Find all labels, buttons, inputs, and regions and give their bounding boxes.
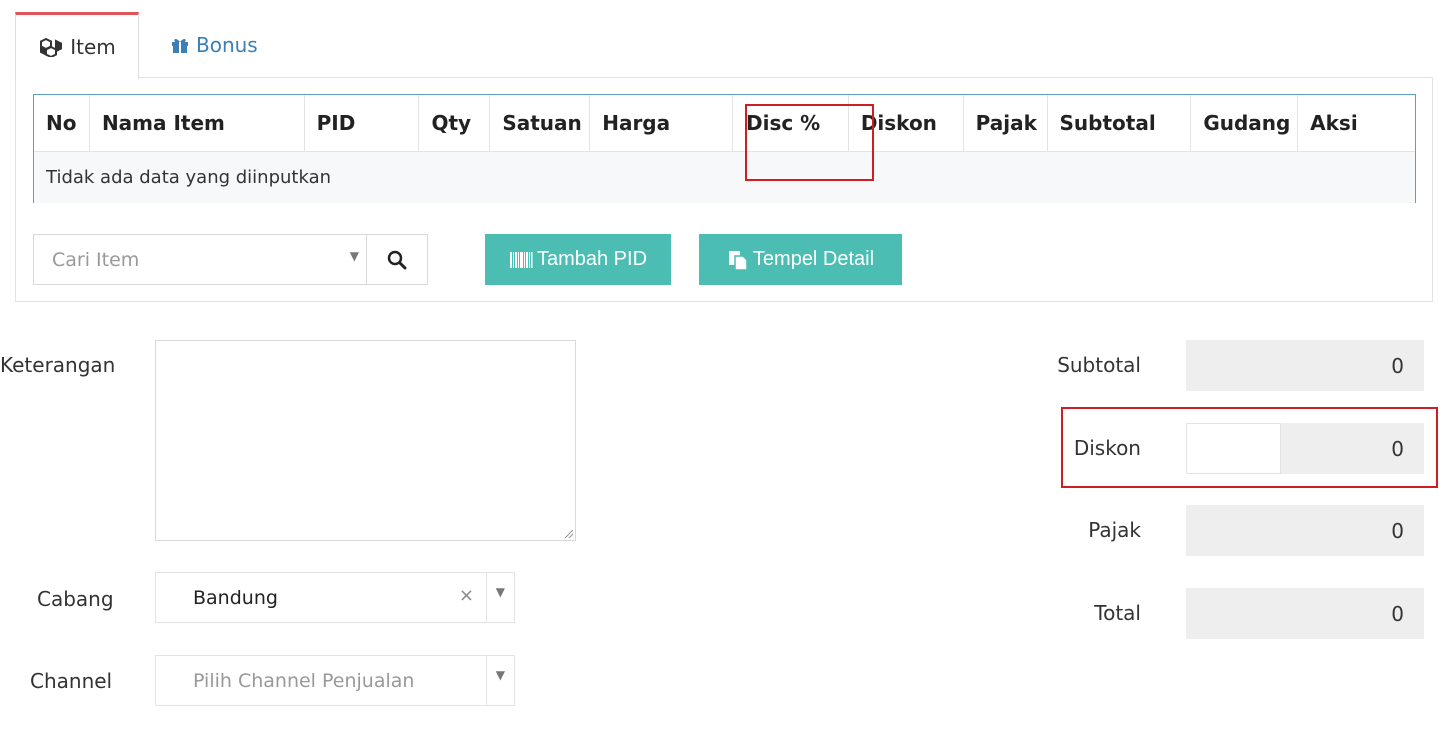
total-label: Total [1094, 601, 1141, 625]
select-divider [486, 656, 487, 705]
cabang-label: Cabang [37, 587, 114, 611]
column-header: Harga [590, 95, 733, 151]
channel-placeholder: Pilih Channel Penjualan [193, 669, 415, 692]
channel-select[interactable]: Pilih Channel Penjualan ▼ [155, 655, 515, 706]
tab-item[interactable]: Item [15, 12, 139, 79]
gift-icon [172, 38, 188, 53]
search-button[interactable] [366, 234, 428, 285]
diskon-label: Diskon [1073, 436, 1141, 460]
column-header: Qty [419, 95, 491, 151]
cubes-icon [40, 37, 63, 57]
tambah-pid-label: Tambah PID [536, 248, 648, 270]
tab-bonus-label: Bonus [196, 33, 258, 57]
search-placeholder: Cari Item [52, 248, 140, 271]
tambah-pid-button[interactable]: Tambah PID [485, 234, 671, 285]
column-header: No [34, 95, 90, 151]
item-panel: No Nama Item PID Qty Satuan Harga Disc %… [15, 77, 1433, 302]
diskon-percent-input[interactable] [1186, 423, 1281, 474]
column-header: PID [305, 95, 420, 151]
search-item-select[interactable]: Cari Item ▼ [33, 234, 368, 285]
tempel-detail-label: Tempel Detail [752, 248, 875, 270]
tempel-detail-button[interactable]: Tempel Detail [699, 234, 902, 285]
caret-down-icon: ▼ [495, 585, 505, 599]
column-header: Pajak [964, 95, 1048, 151]
column-header: Disc % [733, 95, 849, 151]
column-header: Nama Item [90, 95, 305, 151]
column-header: Satuan [490, 95, 591, 151]
column-header: Aksi [1310, 111, 1358, 135]
items-table: No Nama Item PID Qty Satuan Harga Disc %… [33, 94, 1416, 203]
cabang-value: Bandung [193, 586, 278, 609]
resize-handle[interactable] [565, 530, 573, 538]
tab-bonus[interactable]: Bonus [150, 12, 280, 78]
column-header: Diskon [849, 95, 964, 151]
column-header: Gudang [1191, 95, 1299, 151]
empty-row: Tidak ada data yang diinputkan [34, 151, 1415, 203]
keterangan-textarea[interactable] [155, 340, 576, 541]
column-header: Subtotal [1048, 95, 1192, 151]
subtotal-label: Subtotal [1057, 353, 1141, 377]
select-divider [486, 573, 487, 622]
keterangan-label: Keterangan [0, 353, 116, 377]
caret-down-icon: ▼ [495, 668, 505, 682]
pajak-label: Pajak [1088, 518, 1141, 542]
pajak-field: 0 [1186, 505, 1424, 556]
table-header: No Nama Item PID Qty Satuan Harga Disc %… [34, 95, 1415, 151]
channel-label: Channel [30, 669, 113, 693]
clear-icon[interactable]: × [459, 585, 474, 606]
tab-item-label: Item [70, 35, 116, 59]
barcode-icon [509, 251, 533, 268]
subtotal-field: 0 [1186, 340, 1424, 391]
search-icon [387, 250, 407, 269]
paste-icon [728, 250, 748, 271]
cabang-select[interactable]: Bandung × ▼ [155, 572, 515, 623]
caret-down-icon: ▼ [349, 249, 359, 263]
total-field: 0 [1186, 588, 1424, 639]
